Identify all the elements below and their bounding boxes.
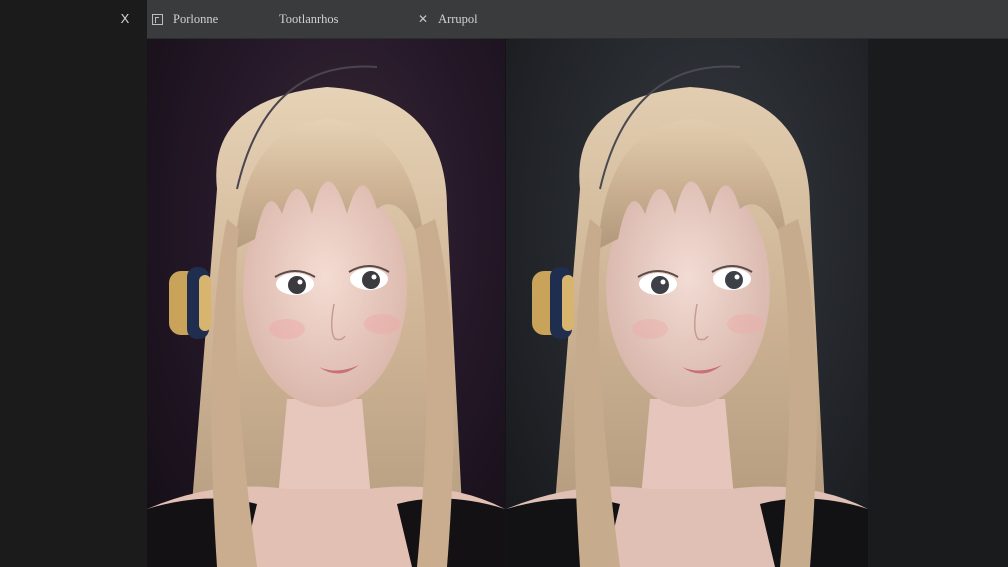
tab-arrupol[interactable]: ✕ Arrupol xyxy=(418,0,478,38)
portrait-illustration-left xyxy=(147,65,505,567)
portrait-illustration-right xyxy=(506,65,868,567)
tab-tootlanrhos[interactable]: Tootlanrhos xyxy=(279,0,339,38)
close-icon[interactable]: X xyxy=(118,10,132,28)
frame-icon xyxy=(152,13,163,25)
left-sidebar: X xyxy=(0,0,147,567)
tab-label: Arrupol xyxy=(438,11,478,26)
right-panel xyxy=(868,39,1008,567)
close-icon[interactable]: ✕ xyxy=(418,12,428,26)
tab-bar: Porlonne Tootlanrhos ✕ Arrupol xyxy=(147,0,1008,39)
tab-label: Tootlanrhos xyxy=(279,11,339,26)
portrait-right[interactable] xyxy=(506,39,868,567)
tab-porlonne[interactable]: Porlonne xyxy=(152,0,218,38)
tab-label: Porlonne xyxy=(173,11,219,26)
portrait-left[interactable] xyxy=(147,39,505,567)
image-canvas xyxy=(147,39,868,567)
